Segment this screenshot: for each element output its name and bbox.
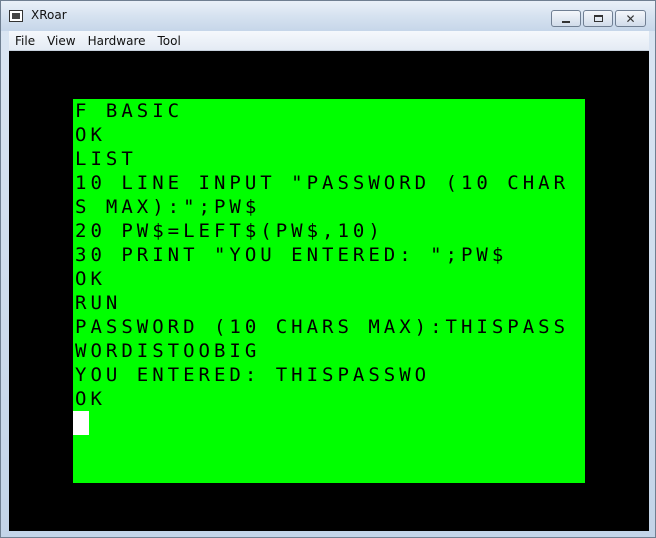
screen-line: S MAX):";PW$ — [75, 196, 261, 218]
text-cursor — [73, 411, 89, 435]
screen-line: PASSWORD (10 CHARS MAX):THISPASS — [75, 316, 570, 338]
emulator-display[interactable]: F BASIC OK LIST 10 LINE INPUT "PASSWORD … — [9, 51, 649, 531]
window-title: XRoar — [31, 8, 67, 22]
menu-hardware[interactable]: Hardware — [82, 34, 152, 48]
menu-bar: File View Hardware Tool — [9, 31, 649, 51]
xroar-app-icon[interactable] — [9, 10, 23, 22]
close-icon: ✕ — [625, 11, 636, 26]
screen-line: RUN — [75, 292, 122, 314]
screen-line: OK — [75, 124, 106, 146]
screen-line: OK — [75, 388, 106, 410]
title-bar[interactable]: XRoar ✕ — [1, 1, 655, 31]
maximize-button[interactable] — [583, 10, 613, 27]
close-button[interactable]: ✕ — [615, 10, 646, 27]
screen-line: 30 PRINT "YOU ENTERED: ";PW$ — [75, 244, 508, 266]
minimize-icon — [562, 20, 570, 23]
screen-line: 10 LINE INPUT "PASSWORD (10 CHAR — [75, 172, 570, 194]
minimize-button[interactable] — [551, 10, 581, 27]
menu-view[interactable]: View — [41, 34, 81, 48]
screen-line: YOU ENTERED: THISPASSWO — [75, 364, 431, 386]
screen-line: 20 PW$=LEFT$(PW$,10) — [75, 220, 384, 242]
menu-tool[interactable]: Tool — [152, 34, 187, 48]
screen-line: OK — [75, 268, 106, 290]
menu-file[interactable]: File — [9, 34, 41, 48]
text-screen[interactable]: F BASIC OK LIST 10 LINE INPUT "PASSWORD … — [73, 99, 585, 483]
screen-line: WORDISTOOBIG — [75, 340, 261, 362]
xroar-window: XRoar ✕ File View Hardware Tool F BASIC … — [0, 0, 656, 538]
maximize-icon — [593, 15, 603, 22]
screen-line: F BASIC — [75, 100, 184, 122]
screen-line: LIST — [75, 148, 137, 170]
